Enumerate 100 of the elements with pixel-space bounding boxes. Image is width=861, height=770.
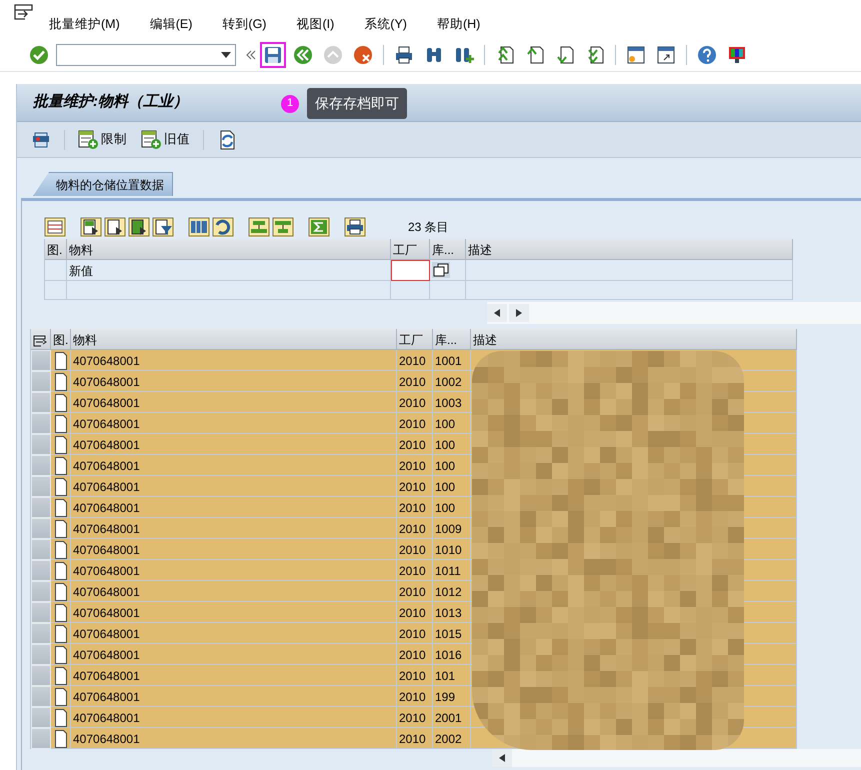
table-cell: 2010 — [397, 539, 433, 560]
select-block-button[interactable] — [128, 217, 150, 237]
table-cell: 2010 — [397, 581, 433, 602]
column-header: 图. — [45, 239, 67, 260]
table-cell: 4070648001 — [71, 560, 397, 581]
add-button[interactable]: 旧值 — [137, 130, 194, 150]
table-cell: 4070648001 — [71, 455, 397, 476]
filter-button[interactable] — [152, 217, 174, 237]
menu-icon[interactable] — [14, 4, 34, 20]
layout-icon[interactable] — [33, 334, 47, 347]
table-cell: 100 — [433, 497, 471, 518]
menu-item[interactable]: 视图(I) — [281, 15, 350, 34]
table-cell: 4070648001 — [71, 350, 397, 371]
table-cell: 4070648001 — [71, 539, 397, 560]
column-header: 库... — [430, 239, 466, 260]
sort-ascending-button[interactable] — [248, 217, 270, 237]
table-cell: 2010 — [397, 392, 433, 413]
table-cell: 199 — [433, 686, 471, 707]
table-cell: 1003 — [433, 392, 471, 413]
document-icon — [55, 414, 67, 433]
menu-item[interactable]: 系统(Y) — [349, 15, 422, 34]
add-button[interactable]: 限制 — [74, 130, 131, 150]
left-arrow-icon[interactable] — [499, 754, 505, 762]
table-cell: 4070648001 — [71, 644, 397, 665]
table-cell: 100 — [433, 413, 471, 434]
table-cell: 4070648001 — [71, 623, 397, 644]
document-icon — [55, 562, 67, 580]
left-arrow-icon[interactable] — [494, 309, 500, 317]
document-icon — [55, 730, 67, 748]
add-list-icon[interactable] — [141, 130, 163, 150]
menu-item[interactable]: 转到(G) — [207, 15, 282, 34]
table-cell: 2010 — [397, 497, 433, 518]
table-cell: 1002 — [433, 371, 471, 392]
table-cell: 4070648001 — [71, 665, 397, 686]
column-header: 工厂 — [391, 239, 430, 260]
document-icon — [55, 478, 67, 496]
table-cell: 2010 — [397, 350, 433, 371]
dropdown-arrow-icon[interactable] — [221, 52, 231, 58]
document-icon — [55, 372, 67, 391]
scroll-left-button[interactable] — [487, 304, 507, 322]
menu-item[interactable]: 帮助(H) — [422, 15, 496, 34]
document-icon — [55, 708, 67, 727]
document-icon — [55, 520, 67, 538]
menu-item[interactable]: 编辑(E) — [134, 15, 208, 34]
select-all-button[interactable] — [80, 217, 102, 237]
table-cell: 2010 — [397, 560, 433, 581]
collapse-icon[interactable] — [246, 50, 256, 60]
sort-descending-button[interactable] — [272, 217, 294, 237]
table-cell: 4070648001 — [71, 602, 397, 623]
table-cell: 1010 — [433, 539, 471, 560]
tab[interactable]: 物料的仓储位置数据 — [33, 172, 173, 196]
command-field[interactable] — [56, 44, 236, 66]
table-cell: 4070648001 — [71, 707, 397, 728]
details-button[interactable] — [44, 217, 66, 237]
deselect-button[interactable] — [104, 217, 126, 237]
document-icon — [55, 624, 67, 643]
table-cell: 2010 — [397, 434, 433, 455]
table-cell: 1015 — [433, 623, 471, 644]
document-icon — [55, 666, 67, 685]
add-list-icon[interactable] — [78, 130, 100, 150]
document-icon — [55, 604, 67, 622]
table-cell: 101 — [433, 665, 471, 686]
printer-button[interactable] — [344, 217, 366, 237]
column-header: 库... — [433, 329, 471, 350]
table-cell: 2010 — [397, 476, 433, 497]
table-cell: 100 — [433, 455, 471, 476]
table-cell: 2010 — [397, 644, 433, 665]
entry-count: 23 条目 — [408, 219, 449, 236]
window-title: 批量维护:物料（工业） — [33, 92, 188, 112]
table-cell: 4070648001 — [71, 686, 397, 707]
table-cell: 1016 — [433, 644, 471, 665]
table-cell: 4070648001 — [71, 476, 397, 497]
table-cell: 4070648001 — [71, 497, 397, 518]
column-header: 图. — [51, 329, 71, 350]
columns-button[interactable] — [188, 217, 210, 237]
table-cell: 4070648001 — [71, 518, 397, 539]
scroll-left-button[interactable] — [492, 749, 512, 767]
column-header: 工厂 — [397, 329, 433, 350]
table-cell: 2010 — [397, 371, 433, 392]
undo-button[interactable] — [212, 217, 234, 237]
scroll-right-button[interactable] — [509, 304, 529, 322]
document-icon — [55, 582, 67, 601]
column-header: 描述 — [466, 239, 793, 260]
right-arrow-icon[interactable] — [516, 309, 522, 317]
table-cell: 2002 — [433, 728, 471, 749]
overview-icon[interactable] — [31, 130, 51, 150]
table-cell: 100 — [433, 476, 471, 497]
sum-button[interactable] — [308, 217, 330, 237]
document-icon — [55, 540, 67, 559]
document-icon — [55, 456, 67, 475]
table-cell: 4070648001 — [71, 392, 397, 413]
column-header: 物料 — [67, 239, 391, 260]
table-cell: 100 — [433, 434, 471, 455]
input-field[interactable] — [392, 261, 429, 280]
document-icon — [55, 352, 67, 370]
menu-item[interactable]: 批量维护(M) — [34, 15, 135, 34]
table-cell: 4070648001 — [71, 581, 397, 602]
table-cell: 2010 — [397, 602, 433, 623]
table-cell: 2010 — [397, 728, 433, 749]
table-cell: 1009 — [433, 518, 471, 539]
